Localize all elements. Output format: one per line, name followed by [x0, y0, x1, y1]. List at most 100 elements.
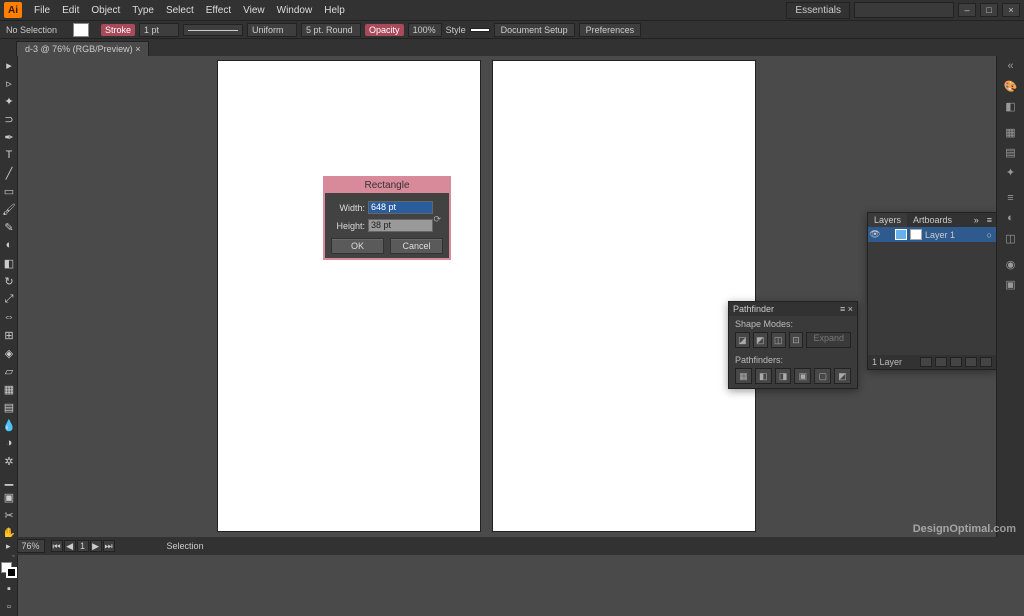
document-setup-button[interactable]: Document Setup — [494, 23, 575, 37]
intersect-button[interactable]: ◫ — [771, 332, 786, 348]
artboards-tab[interactable]: Artboards — [907, 213, 958, 227]
panel-collapse-icon[interactable]: » — [970, 213, 983, 227]
canvas[interactable]: Rectangle Width: 648 pt ⟳ Height: 38 pt … — [18, 56, 996, 537]
unite-button[interactable]: ◪ — [735, 332, 750, 348]
new-layer-icon[interactable] — [965, 357, 977, 367]
maximize-button[interactable]: □ — [980, 3, 998, 17]
gradient-panel-icon[interactable]: ◐ — [997, 208, 1024, 228]
shape-builder-tool[interactable]: ◈ — [0, 344, 18, 362]
layer-name[interactable]: Layer 1 — [925, 230, 955, 240]
trim-button[interactable]: ◧ — [755, 368, 772, 384]
appearance-panel-icon[interactable]: ◉ — [997, 254, 1024, 274]
free-transform-tool[interactable]: ⊞ — [0, 326, 18, 344]
pencil-tool[interactable]: ✎ — [0, 218, 18, 236]
stroke-panel-icon[interactable]: ≡ — [997, 188, 1024, 208]
search-input[interactable] — [854, 2, 954, 18]
cancel-button[interactable]: Cancel — [390, 238, 443, 254]
minus-front-button[interactable]: ◩ — [753, 332, 768, 348]
workspace-switcher[interactable]: Essentials — [786, 2, 850, 19]
delete-layer-icon[interactable] — [980, 357, 992, 367]
last-artboard-icon[interactable]: ⏭ — [103, 540, 115, 552]
menu-select[interactable]: Select — [160, 3, 200, 18]
panel-menu-icon[interactable]: ≡ — [983, 213, 996, 227]
slice-tool[interactable]: ✂ — [0, 506, 18, 524]
eraser-tool[interactable]: ◧ — [0, 254, 18, 272]
stroke-profile[interactable] — [183, 24, 243, 36]
pen-tool[interactable]: ✒ — [0, 128, 18, 146]
type-tool[interactable]: T — [0, 146, 18, 164]
width-tool[interactable]: ⇔ — [0, 308, 18, 326]
menu-window[interactable]: Window — [271, 3, 319, 18]
graph-tool[interactable]: ▁ — [0, 470, 18, 488]
selection-tool[interactable]: ▸ — [0, 56, 18, 74]
brush-field[interactable]: 5 pt. Round — [301, 23, 361, 37]
locate-object-icon[interactable] — [920, 357, 932, 367]
rectangle-tool[interactable]: ▭ — [0, 182, 18, 200]
symbols-panel-icon[interactable]: ✦ — [997, 162, 1024, 182]
menu-view[interactable]: View — [237, 3, 271, 18]
divide-button[interactable]: ▦ — [735, 368, 752, 384]
line-tool[interactable]: ╱ — [0, 164, 18, 182]
first-artboard-icon[interactable]: ⏮ — [51, 540, 63, 552]
document-tab[interactable]: d-3 @ 76% (RGB/Preview) × — [16, 41, 149, 56]
rotate-tool[interactable]: ↻ — [0, 272, 18, 290]
menu-type[interactable]: Type — [126, 3, 160, 18]
link-icon[interactable]: ⟳ — [433, 214, 441, 225]
expand-button[interactable]: Expand — [806, 332, 851, 348]
minimize-button[interactable]: – — [958, 3, 976, 17]
stroke-uniform[interactable]: Uniform — [247, 23, 297, 37]
lasso-tool[interactable]: ⊃ — [0, 110, 18, 128]
artboard-2[interactable] — [493, 61, 755, 531]
merge-button[interactable]: ◨ — [775, 368, 792, 384]
artboard-tool[interactable]: ▣ — [0, 488, 18, 506]
swatches-panel-icon[interactable]: ▦ — [997, 122, 1024, 142]
crop-button[interactable]: ▣ — [794, 368, 811, 384]
stroke-weight-field[interactable]: 1 pt — [139, 23, 179, 37]
opacity-field[interactable]: 100% — [408, 23, 442, 37]
sb-expand-icon[interactable]: ▸ — [6, 541, 11, 552]
next-artboard-icon[interactable]: ▶ — [90, 540, 102, 552]
gradient-tool[interactable]: ▤ — [0, 398, 18, 416]
prev-artboard-icon[interactable]: ◀ — [64, 540, 76, 552]
style-swatch[interactable] — [470, 28, 490, 32]
brushes-panel-icon[interactable]: ▤ — [997, 142, 1024, 162]
layer-row[interactable]: 👁 Layer 1 ○ — [868, 227, 996, 242]
target-icon[interactable]: ○ — [987, 230, 992, 240]
panel-menu-icon[interactable]: ≡ × — [840, 304, 853, 314]
menu-object[interactable]: Object — [85, 3, 126, 18]
scale-tool[interactable]: ⤢ — [0, 290, 18, 308]
fill-stroke-swatch[interactable] — [1, 562, 17, 578]
fill-swatch[interactable] — [73, 23, 89, 37]
zoom-field[interactable]: 76% — [17, 539, 45, 553]
color-panel-icon[interactable]: 🎨 — [997, 76, 1024, 96]
screen-mode-icon[interactable]: ▫ — [0, 598, 18, 616]
color-mode-icon[interactable]: ▪ — [0, 580, 18, 598]
menu-effect[interactable]: Effect — [200, 3, 237, 18]
menu-help[interactable]: Help — [318, 3, 351, 18]
artboard-1[interactable] — [218, 61, 480, 531]
new-sublayer-icon[interactable] — [950, 357, 962, 367]
menu-edit[interactable]: Edit — [56, 3, 85, 18]
blob-brush-tool[interactable]: ◐ — [0, 236, 18, 254]
perspective-tool[interactable]: ▱ — [0, 362, 18, 380]
transparency-panel-icon[interactable]: ◫ — [997, 228, 1024, 248]
mesh-tool[interactable]: ▦ — [0, 380, 18, 398]
tab-close-icon[interactable]: × — [135, 44, 140, 54]
make-clipping-mask-icon[interactable] — [935, 357, 947, 367]
graphic-styles-icon[interactable]: ▣ — [997, 274, 1024, 294]
close-button[interactable]: × — [1002, 3, 1020, 17]
magic-wand-tool[interactable]: ✦ — [0, 92, 18, 110]
menu-file[interactable]: File — [28, 3, 56, 18]
eyedropper-tool[interactable]: 💧 — [0, 416, 18, 434]
artboard-number[interactable]: 1 — [77, 540, 89, 552]
ok-button[interactable]: OK — [331, 238, 384, 254]
exclude-button[interactable]: ⊡ — [789, 332, 804, 348]
height-input[interactable]: 38 pt — [368, 219, 433, 232]
direct-selection-tool[interactable]: ▹ — [0, 74, 18, 92]
paintbrush-tool[interactable]: 🖌 — [0, 200, 18, 218]
width-input[interactable]: 648 pt — [368, 201, 433, 214]
visibility-toggle-icon[interactable]: 👁 — [868, 229, 882, 240]
outline-button[interactable]: ▢ — [814, 368, 831, 384]
layers-tab[interactable]: Layers — [868, 213, 907, 227]
color-guide-icon[interactable]: ◧ — [997, 96, 1024, 116]
